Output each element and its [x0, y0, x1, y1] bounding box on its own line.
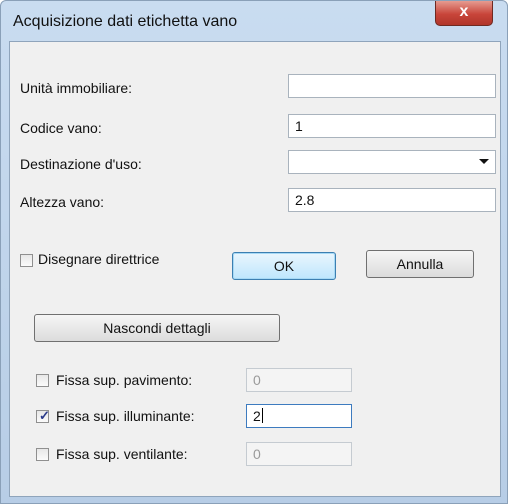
destinazione-uso-select[interactable] [288, 150, 496, 174]
fissa-pavimento-label: Fissa sup. pavimento: [56, 372, 193, 388]
chevron-down-icon [479, 159, 489, 164]
nascondi-dettagli-button[interactable]: Nascondi dettagli [34, 314, 280, 342]
fissa-ventilante-value: 0 [253, 446, 261, 462]
fissa-ventilante-label: Fissa sup. ventilante: [56, 446, 188, 462]
disegnare-direttrice-label: Disegnare direttrice [38, 251, 160, 267]
close-icon: x [459, 3, 469, 20]
fissa-ventilante-checkbox[interactable] [36, 448, 49, 461]
fissa-pavimento-input[interactable]: 0 [246, 368, 352, 392]
annulla-button-label: Annulla [396, 256, 444, 272]
fissa-illuminante-label: Fissa sup. illuminante: [56, 408, 195, 424]
close-button[interactable]: x [435, 1, 493, 26]
fissa-illuminante-value: 2 [253, 408, 261, 424]
dialog-window: Acquisizione dati etichetta vano x Unità… [0, 0, 508, 504]
window-title: Acquisizione dati etichetta vano [13, 13, 238, 30]
ok-button[interactable]: OK [232, 252, 336, 280]
fissa-pavimento-checkbox[interactable] [36, 374, 49, 387]
codice-vano-input[interactable]: 1 [288, 114, 496, 138]
fissa-pavimento-value: 0 [253, 372, 261, 388]
ok-button-label: OK [273, 258, 295, 274]
altezza-vano-input[interactable]: 2.8 [288, 188, 496, 212]
title-bar[interactable]: Acquisizione dati etichetta vano x [1, 1, 507, 41]
fissa-illuminante-checkbox[interactable]: ✓ [36, 408, 50, 423]
disegnare-direttrice-checkbox[interactable] [20, 254, 33, 267]
dialog-body: Unità immobiliare: Codice vano: 1 Destin… [9, 41, 501, 497]
text-caret [261, 408, 263, 423]
fissa-ventilante-input[interactable]: 0 [246, 442, 352, 466]
altezza-vano-label: Altezza vano: [20, 194, 105, 210]
checkmark-icon: ✓ [39, 408, 50, 423]
nascondi-dettagli-label: Nascondi dettagli [103, 320, 211, 336]
altezza-vano-value: 2.8 [295, 192, 315, 208]
destinazione-uso-label: Destinazione d'uso: [20, 156, 142, 172]
codice-vano-label: Codice vano: [20, 120, 102, 136]
unita-immobiliare-input[interactable] [288, 74, 496, 98]
annulla-button[interactable]: Annulla [366, 250, 474, 278]
codice-vano-value: 1 [295, 118, 303, 134]
fissa-illuminante-input[interactable]: 2 [246, 404, 352, 428]
unita-immobiliare-label: Unità immobiliare: [20, 80, 133, 96]
